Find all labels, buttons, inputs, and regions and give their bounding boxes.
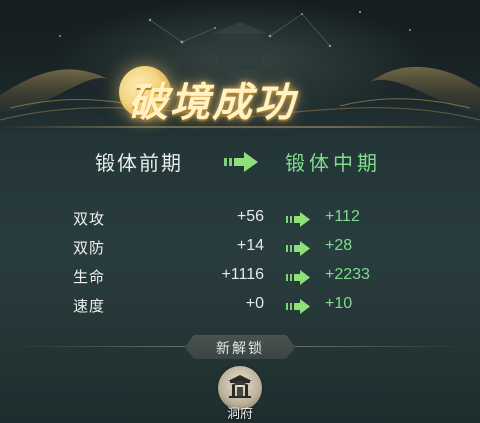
- stat-old-value: +14: [236, 237, 264, 254]
- stat-old-value: +1116: [221, 266, 264, 283]
- stat-label: 速度: [73, 297, 106, 315]
- arrow-right-icon: [286, 270, 310, 285]
- page-title: 破境成功: [128, 79, 296, 126]
- divider: [10, 346, 185, 347]
- stat-row-attack: 双攻 +56 +112: [0, 208, 480, 232]
- stat-label: 双攻: [73, 210, 106, 228]
- pavilion-icon: [228, 375, 252, 398]
- stat-new-value: +2233: [325, 266, 370, 283]
- arrow-right-icon: [286, 299, 310, 314]
- realm-change-row: 锻体前期 锻体中期: [0, 147, 480, 177]
- realm-from: 锻体前期: [95, 151, 183, 175]
- arrow-right-icon: [224, 152, 258, 172]
- stat-new-value: +10: [325, 295, 353, 312]
- stat-label: 双防: [73, 239, 106, 257]
- stat-old-value: +0: [245, 295, 264, 312]
- stat-new-value: +112: [325, 208, 360, 225]
- stat-new-value: +28: [325, 237, 353, 254]
- title-divider: [0, 126, 480, 128]
- stat-row-defense: 双防 +14 +28: [0, 237, 480, 261]
- breakthrough-success-screen: 破境成功 锻体前期 锻体中期 双攻 +56 +112 双防 +14 +28 生命…: [0, 0, 480, 423]
- stat-row-hp: 生命 +1116 +2233: [0, 266, 480, 290]
- unlocked-feature-label: 洞府: [226, 407, 253, 422]
- stat-old-value: +56: [236, 208, 264, 225]
- arrow-right-icon: [286, 241, 310, 256]
- divider: [295, 346, 470, 347]
- stat-row-speed: 速度 +0 +10: [0, 295, 480, 319]
- realm-to: 锻体中期: [285, 151, 381, 175]
- new-unlock-header: 新解锁: [0, 334, 480, 360]
- unlock-header-label: 新解锁: [216, 341, 264, 357]
- stat-label: 生命: [73, 268, 106, 286]
- arrow-right-icon: [286, 212, 310, 227]
